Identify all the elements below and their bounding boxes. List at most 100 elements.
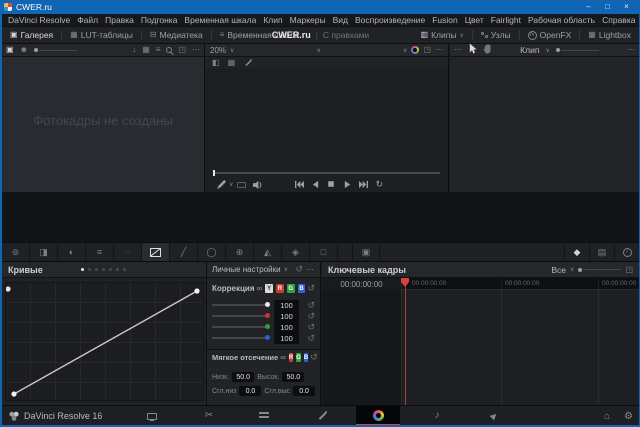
curve-mode-dropdown-icon[interactable]: ∨	[284, 266, 288, 273]
soft-clip-b-chip[interactable]: B	[304, 353, 308, 362]
page-fairlight-button[interactable]: ♪	[415, 406, 459, 426]
menu-trim[interactable]: Подгонка	[141, 15, 178, 25]
menu-help[interactable]: Справка	[602, 15, 635, 25]
key-palette-button[interactable]: ◈	[282, 243, 310, 261]
menu-fairlight[interactable]: Fairlight	[491, 15, 521, 25]
audio-mute-icon[interactable]	[249, 177, 265, 192]
page-deliver-button[interactable]: ▶	[472, 406, 516, 426]
sort-icon[interactable]: ↓	[132, 46, 136, 54]
search-icon[interactable]	[166, 47, 172, 53]
stop-icon[interactable]	[323, 180, 339, 188]
curve-point-low[interactable]	[11, 391, 16, 396]
minimize-button[interactable]: –	[579, 0, 598, 14]
viewer-more-icon[interactable]: ⋯	[435, 46, 443, 54]
tracker-palette-button[interactable]: ⊕	[226, 243, 254, 261]
blue-value[interactable]: 100	[274, 333, 299, 344]
keyframes-filter-dropdown-icon[interactable]: ∨	[570, 266, 574, 273]
color-viewer-icon[interactable]	[411, 46, 419, 54]
thumbnail-size-slider[interactable]	[34, 48, 77, 52]
luma-value[interactable]: 100	[274, 300, 299, 311]
zoom-dropdown-icon[interactable]: ∨	[230, 47, 234, 54]
enhance-wand-icon[interactable]	[244, 59, 252, 67]
gallery-toggle-button[interactable]: ▣ Галерея	[2, 27, 61, 43]
still-grab-icon[interactable]	[233, 177, 249, 192]
scrubber-track[interactable]	[215, 172, 440, 174]
low-clip-value[interactable]: 50.0	[232, 372, 254, 382]
sizing-palette-button[interactable]: □	[310, 243, 338, 261]
curves-page-dots[interactable]	[81, 268, 126, 271]
nodes-toggle-button[interactable]: Узлы	[473, 27, 519, 43]
page-media-button[interactable]	[130, 406, 174, 426]
timeline-strip[interactable]	[2, 192, 639, 243]
page-edit-button[interactable]	[242, 406, 286, 426]
node-view-dropdown-icon[interactable]: ∨	[545, 47, 549, 54]
page-fusion-button[interactable]	[300, 406, 344, 426]
menu-davinci-resolve[interactable]: DaVinci Resolve	[8, 15, 70, 25]
keyframes-tracks-area[interactable]	[322, 290, 639, 405]
menu-workspace[interactable]: Рабочая область	[528, 15, 595, 25]
annotation-pen-icon[interactable]	[213, 177, 229, 192]
menu-file[interactable]: Файл	[77, 15, 98, 25]
panel-reset-icon[interactable]: ↺	[295, 265, 303, 274]
info-panel-button[interactable]: i	[614, 243, 639, 261]
menu-markers[interactable]: Маркеры	[290, 15, 326, 25]
page-color-button[interactable]	[356, 406, 400, 426]
panel-more-icon[interactable]: ⋯	[306, 266, 315, 274]
camera-raw-palette-button[interactable]: ⊚	[2, 243, 30, 261]
split-screen-icon[interactable]: ▦	[228, 59, 236, 67]
node-zoom-slider[interactable]	[556, 48, 599, 52]
soft-clip-g-chip[interactable]: G	[296, 353, 301, 362]
loop-icon[interactable]: ↻	[371, 180, 387, 189]
keyframes-panel-button[interactable]: ◆	[564, 243, 589, 261]
lightbox-toggle-button[interactable]: ▦ Lightbox	[580, 27, 639, 43]
project-settings-gear-icon[interactable]: ⚙	[624, 411, 633, 422]
keyframes-zoom-slider[interactable]	[578, 268, 621, 272]
blue-reset-icon[interactable]: ↺	[307, 334, 315, 343]
qualifier-palette-button[interactable]: ╱	[170, 243, 198, 261]
wipe-mode-icon[interactable]: ◧	[212, 59, 220, 67]
more-options-icon[interactable]: ⋯	[192, 46, 200, 54]
channel-r-chip[interactable]: R	[276, 284, 284, 293]
project-manager-home-icon[interactable]: ⌂	[604, 411, 610, 422]
blue-slider[interactable]	[212, 337, 268, 339]
high-clip-value[interactable]: 50.0	[282, 372, 304, 382]
channel-g-chip[interactable]: G	[287, 284, 295, 293]
stereo-3d-palette-button[interactable]: ▣	[352, 243, 380, 261]
keyframes-expand-icon[interactable]: ◳	[625, 266, 633, 274]
maximize-button[interactable]: □	[598, 0, 617, 14]
curve-line[interactable]	[14, 291, 197, 394]
blur-palette-button[interactable]: ◭	[254, 243, 282, 261]
expand-icon[interactable]: ◳	[178, 46, 186, 54]
page-cut-button[interactable]: ✂	[187, 406, 231, 426]
media-pool-toggle-button[interactable]: ⊟ Медиатека	[142, 27, 211, 43]
red-reset-icon[interactable]: ↺	[307, 312, 315, 321]
scopes-panel-button[interactable]: ▤	[589, 243, 614, 261]
green-value[interactable]: 100	[274, 322, 299, 333]
red-value[interactable]: 100	[274, 311, 299, 322]
luma-slider[interactable]	[212, 304, 268, 306]
nodes-more-right-icon[interactable]: ⋯	[627, 46, 635, 54]
low-soft-value[interactable]: 0.0	[239, 386, 261, 396]
correction-reset-icon[interactable]: ↺	[307, 284, 315, 293]
menu-timeline[interactable]: Временная шкала	[184, 15, 256, 25]
openfx-toggle-button[interactable]: fx OpenFX	[520, 27, 580, 43]
channel-y-chip[interactable]: Y	[265, 284, 273, 293]
high-soft-value[interactable]: 0.0	[293, 386, 315, 396]
play-icon[interactable]	[339, 180, 355, 189]
menu-fusion[interactable]: Fusion	[432, 15, 458, 25]
nodes-more-left-icon[interactable]: ⋯	[454, 46, 462, 54]
node-view-selector-label[interactable]: Клип	[520, 45, 539, 55]
green-reset-icon[interactable]: ↺	[307, 323, 315, 332]
skip-to-start-icon[interactable]	[291, 180, 307, 189]
stills-view-icon[interactable]: ▣	[6, 46, 14, 54]
node-graph-area[interactable]	[450, 57, 639, 192]
close-button[interactable]: ×	[617, 0, 636, 14]
curve-mode-label[interactable]: Личные настройки	[212, 265, 281, 274]
list-view-icon[interactable]: ≡	[156, 46, 161, 54]
curve-editor[interactable]	[5, 282, 204, 401]
soft-clip-r-chip[interactable]: R	[289, 353, 293, 362]
luma-reset-icon[interactable]: ↺	[307, 301, 315, 310]
clips-toggle-button[interactable]: ▥ Клипы ∨	[413, 27, 472, 43]
menu-clip[interactable]: Клип	[263, 15, 282, 25]
skip-to-end-icon[interactable]	[355, 180, 371, 189]
